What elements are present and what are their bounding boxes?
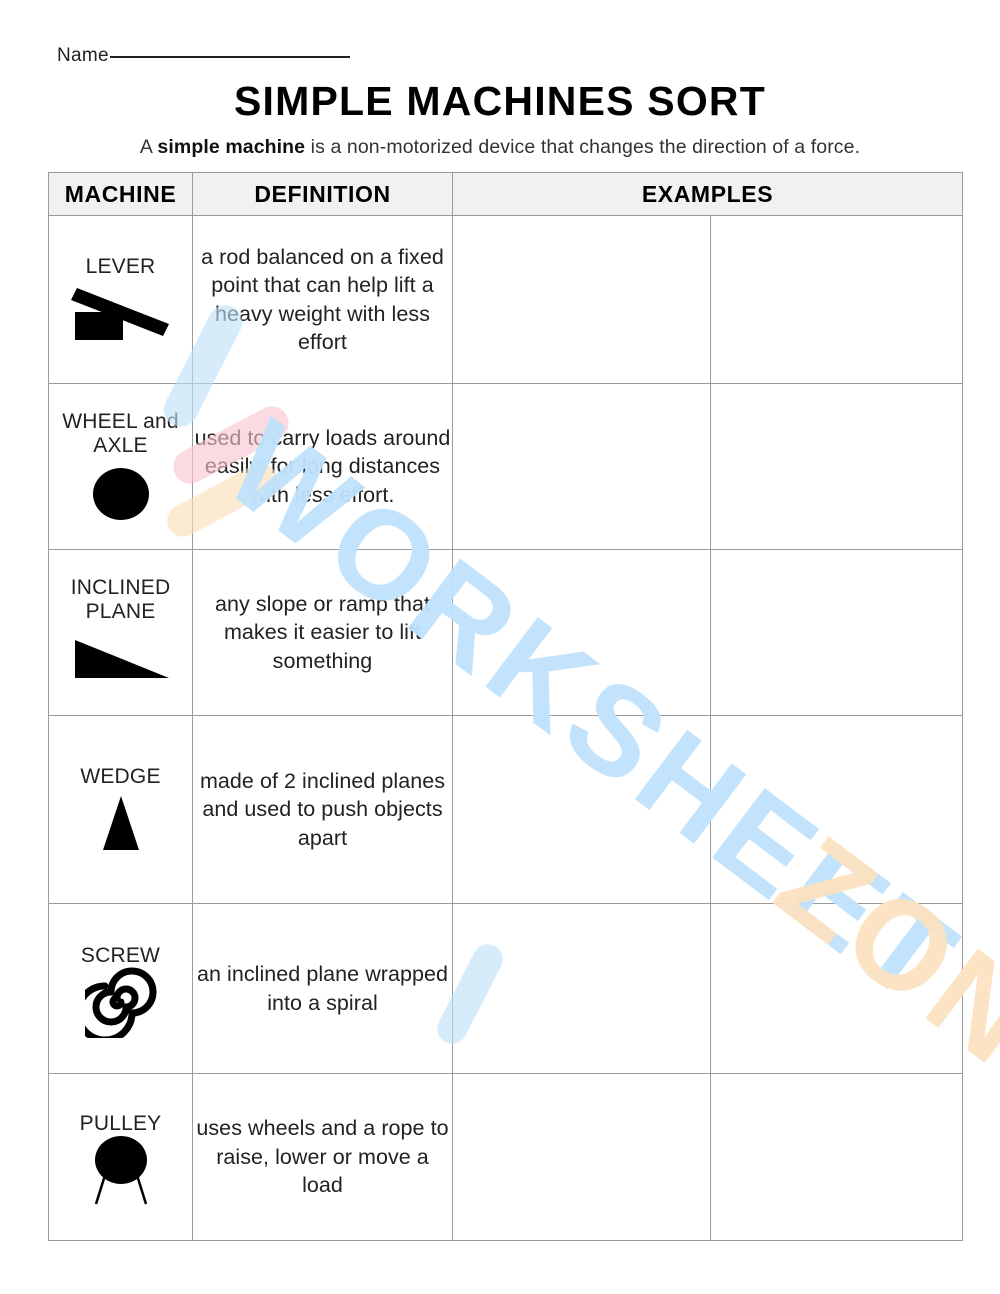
example-cell-1[interactable] bbox=[452, 383, 711, 550]
example-cell-2[interactable] bbox=[709, 903, 964, 1074]
table-row: INCLINED PLANE any slope or ramp that ma… bbox=[48, 549, 964, 716]
example-cell-2[interactable] bbox=[709, 715, 964, 904]
machine-label: SCREW bbox=[80, 943, 161, 967]
column-header-definition: DEFINITION bbox=[192, 172, 453, 216]
machine-label: PULLEY bbox=[79, 1112, 162, 1136]
screw-icon bbox=[49, 967, 192, 1039]
wedge-icon bbox=[49, 792, 192, 854]
subtitle-part-2: is a non-motorized device that changes t… bbox=[305, 136, 861, 158]
example-cell-1[interactable] bbox=[452, 903, 711, 1074]
name-blank-line[interactable] bbox=[109, 56, 350, 58]
machine-label: LEVER bbox=[85, 254, 156, 278]
column-header-examples: EXAMPLES bbox=[451, 172, 964, 216]
definition-cell: a rod balanced on a fixed point that can… bbox=[192, 215, 453, 384]
machine-cell-lever: LEVER bbox=[48, 215, 193, 384]
lever-icon bbox=[49, 282, 192, 344]
definition-cell: any slope or ramp that makes it easier t… bbox=[192, 549, 453, 716]
example-cell-2[interactable] bbox=[709, 383, 964, 550]
example-cell-2[interactable] bbox=[709, 1073, 964, 1241]
subtitle-part-1: A bbox=[139, 136, 158, 158]
pulley-icon bbox=[49, 1135, 192, 1205]
page-subtitle: A simple machine is a non-motorized devi… bbox=[0, 136, 1000, 159]
column-header-machine: MACHINE bbox=[48, 172, 193, 216]
wheel-and-axle-icon bbox=[49, 461, 192, 523]
definition-cell: used to carry loads around easily, for l… bbox=[192, 383, 453, 550]
name-label: Name bbox=[57, 45, 109, 66]
machine-label: WHEEL and AXLE bbox=[62, 409, 179, 457]
definition-cell: uses wheels and a rope to raise, lower o… bbox=[192, 1073, 453, 1241]
name-field[interactable]: Name bbox=[57, 45, 350, 67]
table-row: PULLEY uses wheels and a rope to raise, … bbox=[48, 1073, 964, 1241]
example-cell-1[interactable] bbox=[452, 1073, 711, 1241]
example-cell-2[interactable] bbox=[709, 215, 964, 384]
machine-label: WEDGE bbox=[80, 764, 161, 788]
page-title: SIMPLE MACHINES SORT bbox=[234, 78, 766, 124]
machine-label: INCLINED PLANE bbox=[70, 575, 171, 623]
machine-cell-wedge: WEDGE bbox=[48, 715, 193, 904]
example-cell-1[interactable] bbox=[452, 215, 711, 384]
worksheet-page: Name SIMPLE MACHINES SORT A simple machi… bbox=[0, 0, 1000, 1294]
example-cell-2[interactable] bbox=[709, 549, 964, 716]
definition-cell: an inclined plane wrapped into a spiral bbox=[192, 903, 453, 1074]
machine-cell-wheel-and-axle: WHEEL and AXLE bbox=[48, 383, 193, 550]
table-header-row: MACHINE DEFINITION EXAMPLES bbox=[48, 172, 964, 216]
example-cell-1[interactable] bbox=[452, 549, 711, 716]
example-cell-1[interactable] bbox=[452, 715, 711, 904]
machine-cell-screw: SCREW bbox=[48, 903, 193, 1074]
definition-cell: made of 2 inclined planes and used to pu… bbox=[192, 715, 453, 904]
machine-cell-inclined-plane: INCLINED PLANE bbox=[48, 549, 193, 716]
table-row: WEDGE made of 2 inclined planes and used… bbox=[48, 715, 964, 904]
table-row: WHEEL and AXLE used to carry loads aroun… bbox=[48, 383, 964, 550]
inclined-plane-icon bbox=[49, 627, 192, 689]
subtitle-bold-term: simple machine bbox=[157, 136, 306, 158]
table-row: LEVER a rod balanced on a fixed point th… bbox=[48, 215, 964, 384]
simple-machines-table: MACHINE DEFINITION EXAMPLES LEVER a rod … bbox=[48, 172, 964, 1241]
table-row: SCREW an inclined plane wrapped into a s… bbox=[48, 903, 964, 1074]
machine-cell-pulley: PULLEY bbox=[48, 1073, 193, 1241]
